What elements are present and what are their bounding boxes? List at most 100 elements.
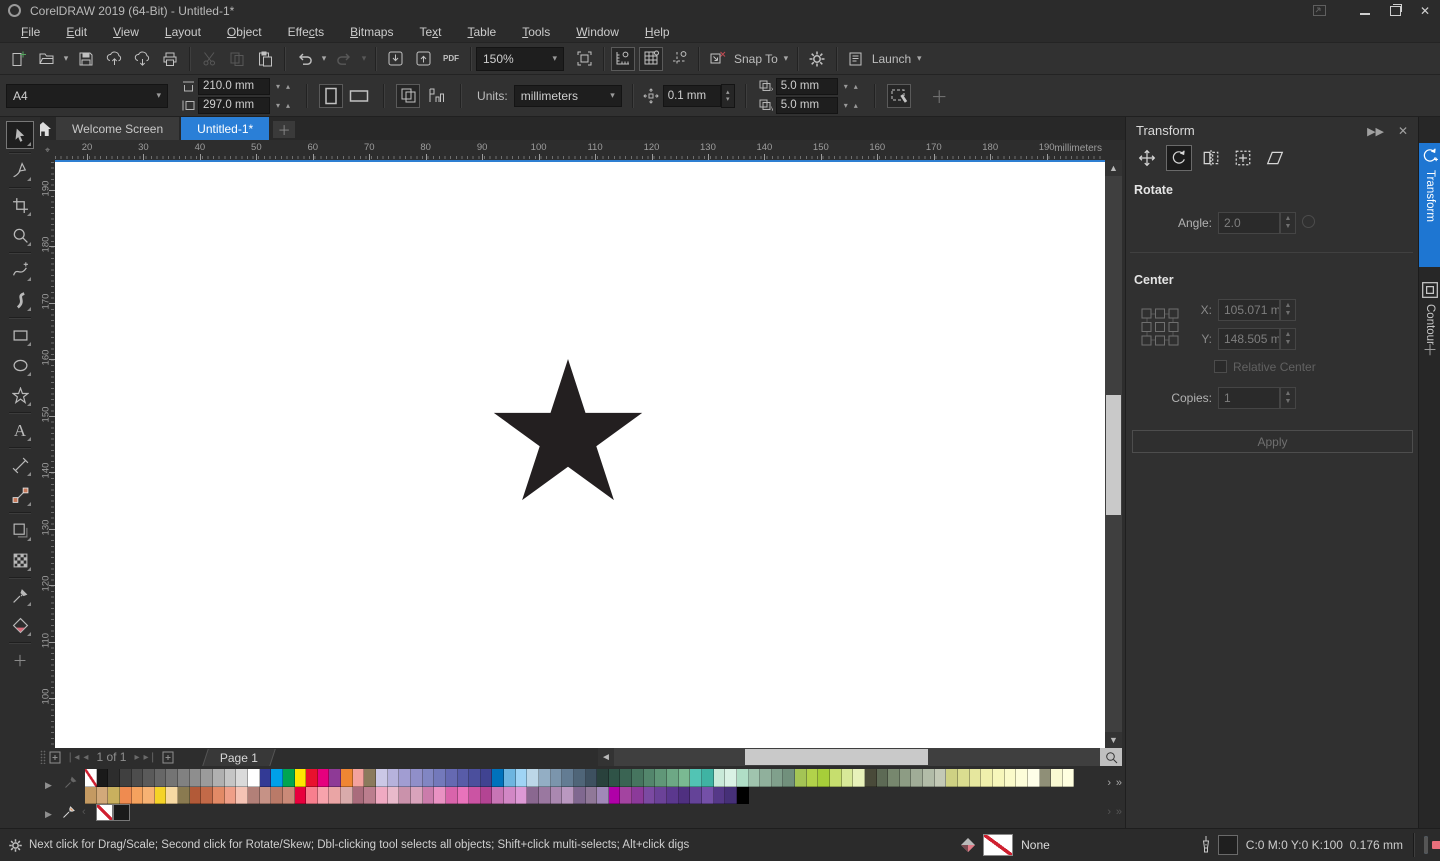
page-size-combo[interactable]: A4 ▾ — [6, 83, 168, 108]
transform-mode-size-icon[interactable] — [1230, 145, 1256, 171]
color-swatch[interactable] — [154, 786, 167, 805]
color-swatch[interactable] — [410, 769, 423, 787]
fill-swatch[interactable] — [983, 834, 1014, 856]
doc-palette-scroll-end-icon[interactable]: » — [1116, 806, 1122, 818]
color-swatch[interactable] — [969, 769, 982, 787]
color-swatch[interactable] — [1051, 769, 1063, 787]
duplicate-y-spinner[interactable]: ▾ ▴ — [841, 101, 861, 110]
paste-icon[interactable] — [253, 47, 277, 71]
color-swatch[interactable] — [317, 786, 330, 805]
color-swatch[interactable] — [492, 786, 505, 805]
open-dropdown-icon[interactable]: ▾ — [61, 53, 71, 64]
color-swatch[interactable] — [573, 786, 586, 805]
export-icon[interactable] — [411, 47, 435, 71]
color-swatch[interactable] — [748, 769, 761, 787]
color-swatch[interactable] — [189, 786, 202, 805]
color-swatch[interactable] — [108, 769, 120, 787]
interactive-fill-tool-icon[interactable] — [6, 611, 34, 639]
color-swatch[interactable] — [504, 769, 516, 787]
page-height-spinner[interactable]: ▾ ▴ — [273, 101, 293, 110]
scroll-left-icon[interactable]: ◄ — [598, 748, 614, 766]
color-swatch[interactable] — [632, 786, 644, 805]
snap-to-dropdown-icon[interactable]: ▾ — [781, 53, 791, 64]
color-swatch[interactable] — [189, 769, 202, 787]
scroll-up-icon[interactable]: ▲ — [1105, 160, 1122, 176]
add-page-before-icon[interactable] — [49, 751, 61, 764]
show-guidelines-icon[interactable] — [667, 47, 691, 71]
color-swatch[interactable] — [341, 786, 353, 805]
color-swatch[interactable] — [387, 769, 400, 787]
options-gear-icon[interactable] — [805, 47, 829, 71]
vertical-scroll-thumb[interactable] — [1106, 395, 1121, 515]
page-width-spinner[interactable]: ▾ ▴ — [273, 82, 293, 91]
color-swatch[interactable] — [178, 786, 190, 805]
color-swatch[interactable] — [620, 769, 633, 787]
transparency-tool-icon[interactable] — [6, 546, 34, 574]
relative-center-checkbox[interactable] — [1214, 360, 1227, 373]
color-swatch[interactable] — [469, 786, 481, 805]
next-page-icon[interactable]: ▸ — [134, 752, 139, 763]
center-y-field[interactable]: 148.505 mi — [1218, 328, 1280, 350]
color-swatch[interactable] — [562, 769, 574, 787]
color-swatch[interactable] — [271, 769, 283, 787]
color-swatch[interactable] — [96, 786, 109, 805]
color-swatch[interactable] — [713, 786, 726, 805]
color-swatch[interactable] — [597, 769, 609, 787]
color-swatch[interactable] — [457, 786, 470, 805]
color-swatch[interactable] — [690, 769, 702, 787]
launch-dropdown-icon[interactable]: ▾ — [914, 53, 924, 64]
color-swatch[interactable] — [306, 769, 318, 787]
minimize-button[interactable] — [1350, 0, 1380, 21]
all-pages-icon[interactable] — [396, 83, 421, 108]
color-swatch[interactable] — [678, 769, 691, 787]
color-swatch[interactable] — [934, 769, 947, 787]
color-swatch[interactable] — [690, 786, 702, 805]
menu-bitmaps[interactable]: Bitmaps — [337, 23, 406, 41]
rectangle-tool-icon[interactable] — [6, 321, 34, 349]
color-swatch[interactable] — [352, 786, 365, 805]
scroll-down-icon[interactable]: ▼ — [1105, 732, 1122, 748]
color-swatch[interactable] — [434, 769, 446, 787]
color-swatch[interactable] — [783, 769, 796, 787]
print-icon[interactable] — [158, 47, 182, 71]
docker-close-icon[interactable]: ✕ — [1398, 124, 1408, 138]
angle-field[interactable]: 2.0 — [1218, 212, 1280, 234]
center-x-spinner[interactable]: ▲ ▼ — [1280, 299, 1296, 321]
color-swatch[interactable] — [1027, 769, 1040, 787]
doc-palette-eyedropper-icon[interactable] — [62, 805, 76, 819]
menu-table[interactable]: Table — [455, 23, 510, 41]
portrait-icon[interactable] — [319, 83, 344, 108]
transform-mode-rotate-icon[interactable] — [1166, 145, 1192, 171]
pan-zoom-icon[interactable] — [1100, 748, 1122, 766]
transform-mode-position-icon[interactable] — [1134, 145, 1160, 171]
color-swatch[interactable] — [352, 769, 365, 787]
color-swatch[interactable] — [85, 786, 97, 805]
docker-tab-transform[interactable]: Transform — [1419, 143, 1440, 267]
menu-help[interactable]: Help — [632, 23, 683, 41]
color-swatch[interactable] — [504, 786, 516, 805]
color-swatch[interactable] — [113, 804, 130, 821]
color-swatch[interactable] — [399, 769, 411, 787]
doc-palette-expand-icon[interactable]: ▶ — [45, 809, 52, 820]
color-swatch[interactable] — [515, 786, 528, 805]
menu-edit[interactable]: Edit — [53, 23, 100, 41]
palette-eyedropper-dim-icon[interactable] — [64, 776, 77, 789]
color-swatch[interactable] — [911, 769, 924, 787]
nudge-field[interactable]: 0.1 mm — [662, 84, 721, 107]
menu-effects[interactable]: Effects — [275, 23, 337, 41]
no-color-swatch[interactable] — [85, 769, 97, 787]
color-swatch[interactable] — [608, 786, 621, 805]
color-swatch[interactable] — [818, 769, 830, 787]
color-swatch[interactable] — [667, 786, 679, 805]
color-swatch[interactable] — [434, 786, 446, 805]
vertical-ruler[interactable]: 190 180 170 160 150 140 130 120 110 100 — [40, 162, 55, 748]
copies-field[interactable]: 1 — [1218, 387, 1280, 409]
color-swatch[interactable] — [632, 769, 644, 787]
artistic-media-tool-icon[interactable] — [6, 286, 34, 314]
color-swatch[interactable] — [888, 769, 900, 787]
color-swatch[interactable] — [294, 786, 307, 805]
color-swatch[interactable] — [864, 769, 877, 787]
launch-label[interactable]: Launch — [872, 52, 911, 66]
doc-tab-untitled-1-[interactable]: Untitled-1* — [181, 117, 270, 140]
transform-mode-scale-mirror-icon[interactable] — [1198, 145, 1224, 171]
